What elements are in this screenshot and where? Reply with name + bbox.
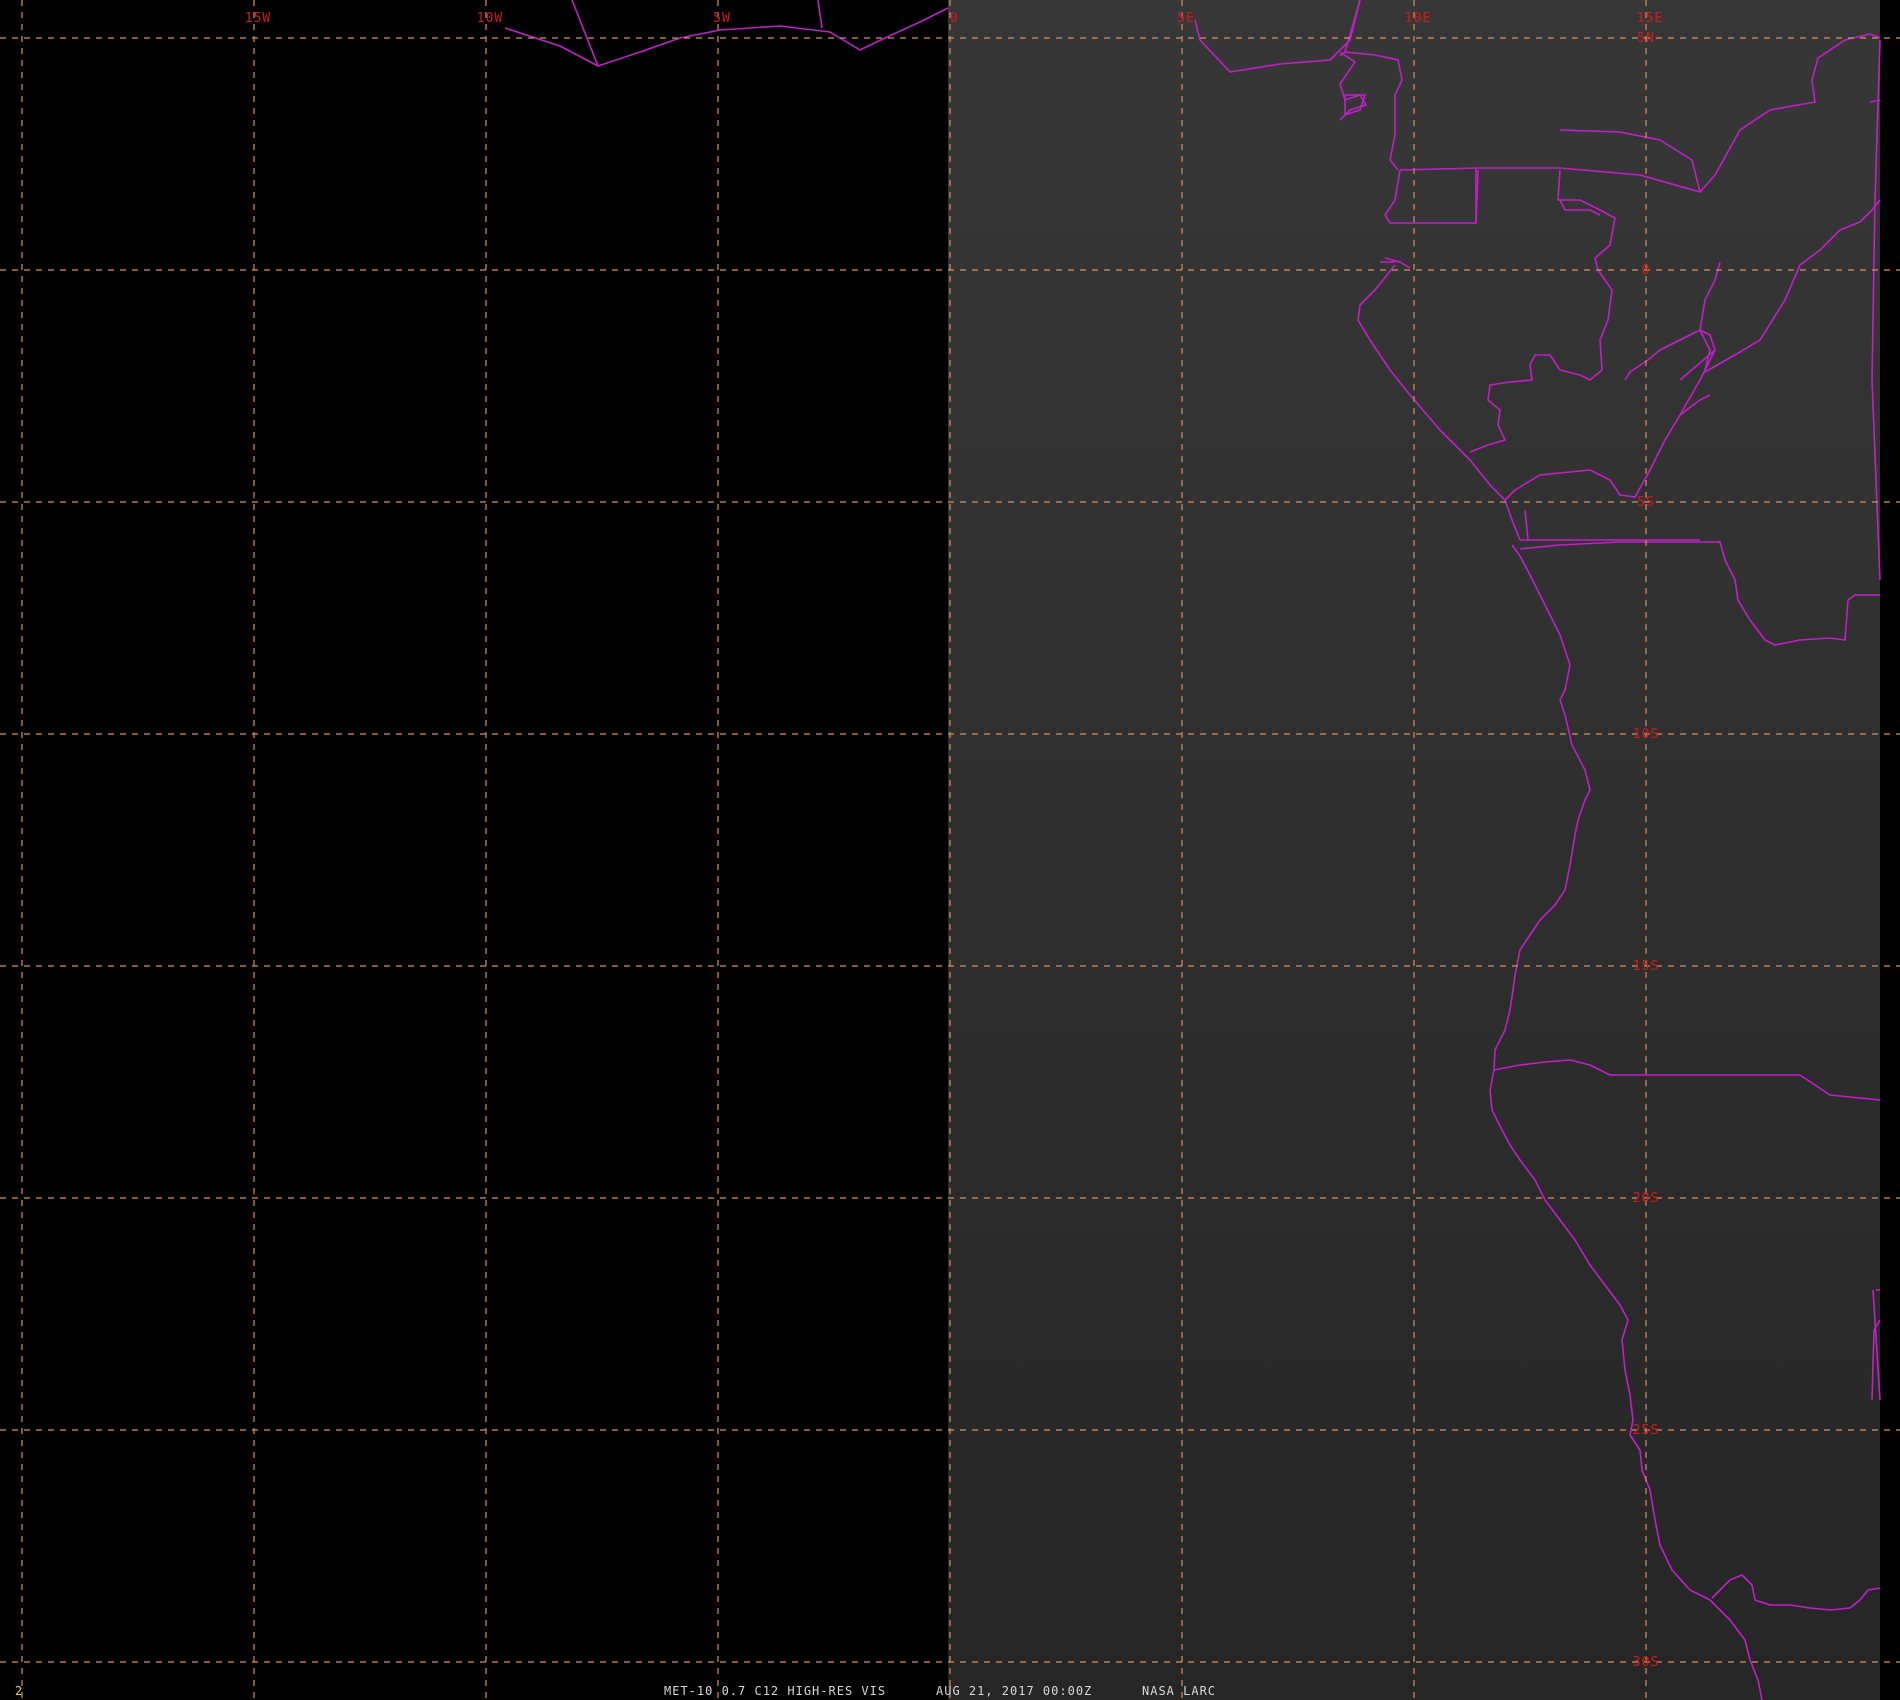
frame-number: 2 xyxy=(15,1684,24,1698)
lon-label: 15E xyxy=(1637,11,1663,26)
datetime-label: AUG 21, 2017 00:00Z xyxy=(936,1684,1093,1698)
lat-label: 30S xyxy=(1633,1655,1659,1670)
lat-label: 20S xyxy=(1633,1191,1659,1206)
lat-label: 0 xyxy=(1642,263,1651,278)
status-footer: 2 MET-10 0.7 C12 HIGH-RES VIS AUG 21, 20… xyxy=(0,1682,1900,1700)
satellite-map: 15W 10W 5W 0 5E 10E 15E 5N 0 5S 10S 15S 20S 25S 30S xyxy=(0,0,1900,1700)
lat-label: 25S xyxy=(1633,1423,1659,1438)
lat-label: 5N xyxy=(1637,31,1655,46)
lon-label: 10W xyxy=(477,11,503,26)
lat-label: 10S xyxy=(1633,727,1659,742)
lon-label: 0 xyxy=(950,11,959,26)
lat-label: 15S xyxy=(1633,959,1659,974)
lon-label: 5W xyxy=(713,11,731,26)
lat-label: 5S xyxy=(1637,495,1655,510)
lon-label: 10E xyxy=(1405,11,1431,26)
lon-label: 15W xyxy=(245,11,271,26)
source-label: NASA LARC xyxy=(1142,1684,1217,1698)
product-label: MET-10 0.7 C12 HIGH-RES VIS xyxy=(664,1684,887,1698)
lon-label: 5E xyxy=(1177,11,1195,26)
